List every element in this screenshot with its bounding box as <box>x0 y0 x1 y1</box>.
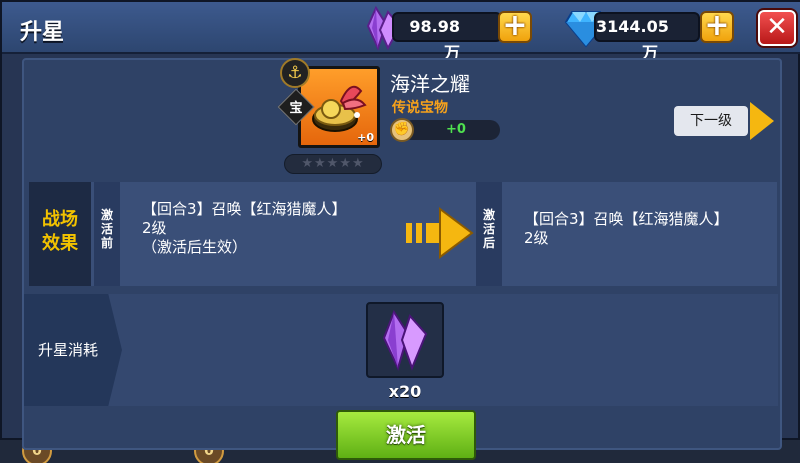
dialog-header: 升星 98.98万 + 3144.05万 + ✕ <box>2 2 800 62</box>
after-activation-tab: 激 活 后 <box>476 182 502 286</box>
item-name: 海洋之耀 <box>390 72 470 96</box>
purple-crystal-icon <box>382 309 428 371</box>
star-rating: ★★★★★ <box>284 154 382 174</box>
effect-before-text: 【回合3】召唤【红海猎魔人】 2级 （激活后生效） <box>142 200 392 257</box>
tab-char: 激 <box>100 208 113 222</box>
treasure-type-label: 宝 <box>289 101 303 116</box>
item-rarity: 传说宝物 <box>392 100 448 116</box>
effect-line: 2级 <box>142 219 167 237</box>
battle-effect-label: 战场 效果 <box>29 182 91 286</box>
cost-item-slot[interactable] <box>366 302 444 378</box>
activate-button[interactable]: 激活 <box>336 410 476 460</box>
before-activation-tab: 激 活 前 <box>94 182 120 286</box>
tab-char: 激 <box>482 208 495 222</box>
cost-quantity: x20 <box>388 382 422 401</box>
battle-effect-label-line: 战场 <box>42 209 78 230</box>
effect-after-text: 【回合3】召唤【红海猎魔人】 2级 <box>524 210 774 248</box>
next-level-button[interactable]: 下一级 <box>674 102 778 140</box>
upgrade-arrow-icon <box>406 207 474 259</box>
tab-char: 前 <box>100 236 113 250</box>
upgrade-cost-label: 升星消耗 <box>24 294 122 406</box>
tab-char: 后 <box>482 236 495 250</box>
fist-icon: ✊ <box>390 118 414 142</box>
next-level-label: 下一级 <box>674 106 748 136</box>
anchor-icon: ⚓ <box>280 58 310 88</box>
battle-effect-label-line: 效果 <box>42 233 78 254</box>
tab-char: 活 <box>100 222 113 236</box>
add-crystal-button[interactable]: + <box>498 11 532 43</box>
close-button[interactable]: ✕ <box>758 10 796 46</box>
power-bonus: +0 <box>402 120 500 140</box>
arrow-right-icon <box>750 102 774 140</box>
dialog-title: 升星 <box>20 20 65 45</box>
effect-line: （激活后生效） <box>142 238 248 256</box>
diamond-amount: 3144.05万 <box>594 12 700 62</box>
effect-line: 2级 <box>524 229 549 247</box>
item-level-plus: +0 <box>357 131 374 144</box>
add-diamond-button[interactable]: + <box>700 11 734 43</box>
effect-line: 【回合3】召唤【红海猎魔人】 <box>524 210 729 228</box>
upgrade-star-dialog: 升星 98.98万 + 3144.05万 + ✕ +0 ⚓ 宝 ★★★★★ 海洋… <box>0 0 800 460</box>
effect-line: 【回合3】召唤【红海猎魔人】 <box>142 200 347 218</box>
tab-char: 活 <box>482 222 495 236</box>
crystal-amount: 98.98万 <box>392 12 502 62</box>
